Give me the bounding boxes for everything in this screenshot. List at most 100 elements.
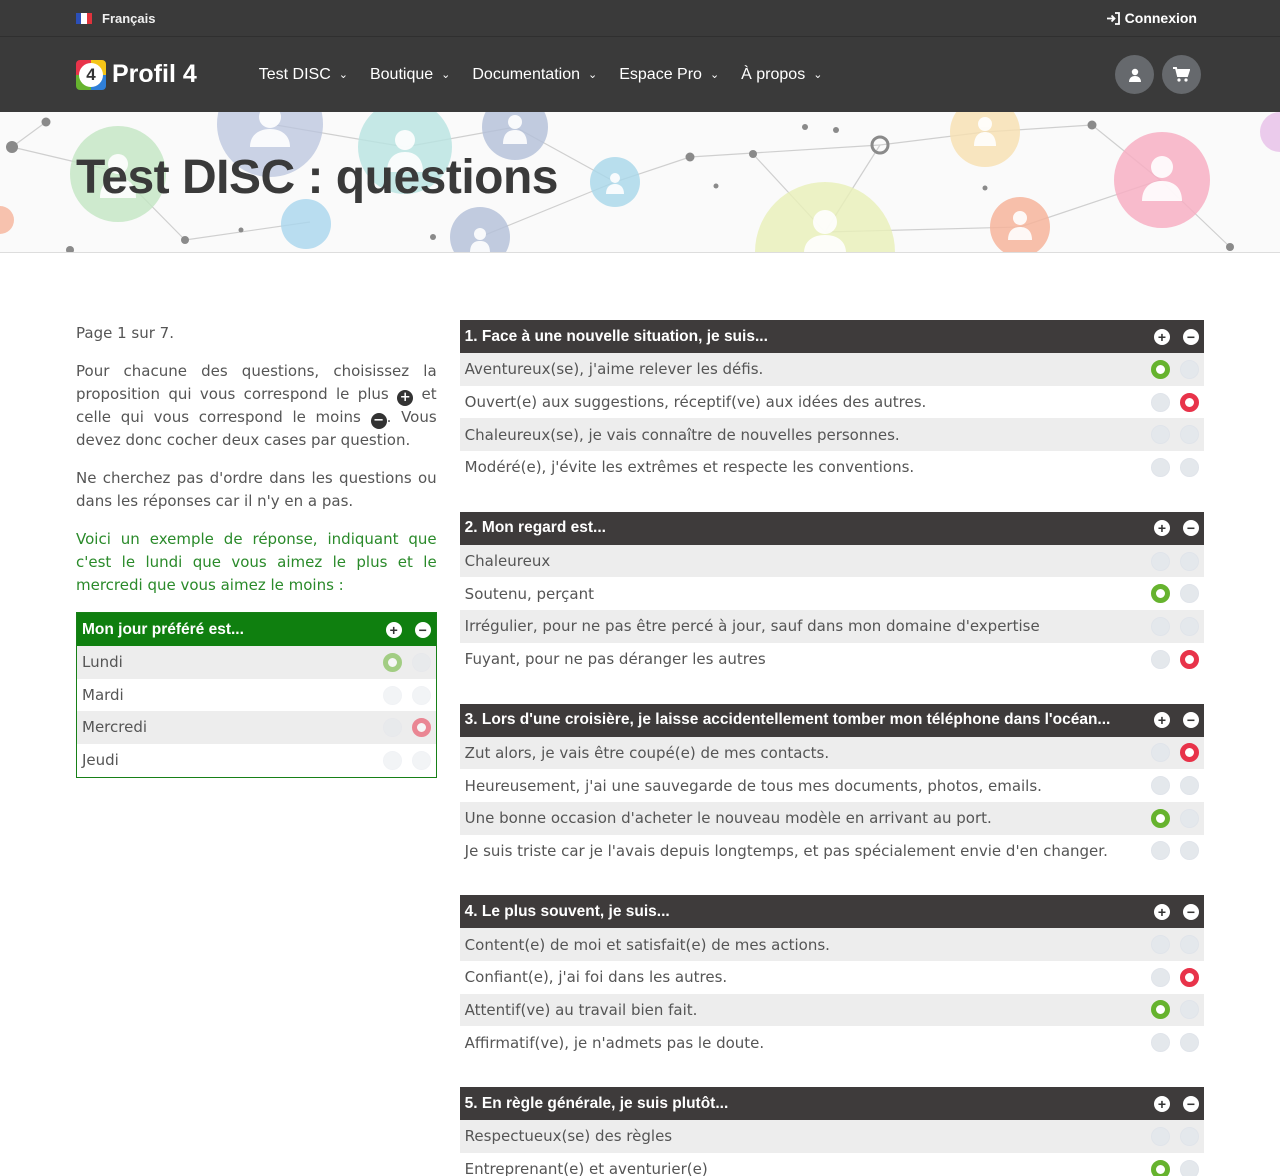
account-button[interactable]	[1115, 55, 1154, 94]
answer-label: Heureusement, j'ai une sauvegarde de tou…	[464, 776, 1042, 795]
most-like-radio[interactable]	[1151, 584, 1170, 604]
answer-row: Entreprenant(e) et aventurier(e)	[459, 1152, 1204, 1176]
chevron-down-icon: ⌄	[441, 69, 451, 81]
brand-logo[interactable]: 4 Profil 4	[76, 59, 197, 90]
most-like-radio[interactable]	[1151, 967, 1170, 987]
most-like-radio[interactable]	[1151, 649, 1170, 669]
page-title: Test DISC : questions	[76, 151, 559, 204]
answer-label: Zut alors, je vais être coupé(e) de mes …	[464, 743, 830, 762]
nav-item-espace-pro[interactable]: Espace Pro ⌄	[619, 66, 719, 84]
login-label: Connexion	[1124, 10, 1197, 26]
most-like-radio[interactable]	[1151, 935, 1170, 955]
answer-label: Irrégulier, pour ne pas être percé à jou…	[464, 617, 1040, 636]
minus-icon: −	[1183, 1095, 1199, 1112]
answer-label: Entreprenant(e) et aventurier(e)	[464, 1160, 708, 1176]
question-block: 1. Face à une nouvelle situation, je sui…	[459, 320, 1204, 484]
most-like-radio[interactable]	[1151, 1126, 1170, 1146]
most-like-radio[interactable]	[1151, 743, 1170, 763]
page-indicator: Page 1 sur 7.	[76, 324, 174, 342]
answer-row: Confiant(e), j'ai foi dans les autres.	[459, 960, 1204, 994]
nav-item-a-propos[interactable]: À propos ⌄	[741, 66, 822, 84]
most-like-radio[interactable]	[1151, 425, 1170, 445]
answer-label: Content(e) de moi et satisfait(e) de mes…	[464, 935, 830, 954]
answer-row: Affirmatif(ve), je n'admets pas le doute…	[459, 1026, 1204, 1059]
nav-item-label: Documentation	[472, 65, 580, 83]
most-like-radio[interactable]	[1151, 457, 1170, 477]
most-like-radio[interactable]	[382, 685, 402, 705]
answer-label: Mercredi	[82, 718, 148, 737]
most-like-radio[interactable]	[1151, 1159, 1170, 1176]
nav-item-boutique[interactable]: Boutique ⌄	[370, 66, 450, 84]
answer-row: Irrégulier, pour ne pas être percé à jou…	[459, 610, 1204, 643]
minus-icon: −	[370, 413, 387, 429]
answer-label: Affirmatif(ve), je n'admets pas le doute…	[464, 1033, 765, 1052]
least-like-radio[interactable]	[411, 718, 431, 738]
flag-fr-icon	[76, 12, 92, 24]
question-block: 3. Lors d'une croisière, je laisse accid…	[459, 703, 1204, 868]
answer-label: Chaleureux(se), je vais connaître de nou…	[464, 425, 900, 444]
question-header: 3. Lors d'une croisière, je laisse accid…	[459, 703, 1204, 737]
least-like-radio[interactable]	[1180, 584, 1199, 604]
most-like-radio[interactable]	[382, 750, 402, 770]
cart-button[interactable]	[1162, 55, 1201, 94]
least-like-radio[interactable]	[1180, 776, 1199, 796]
nav-item-test-disc[interactable]: Test DISC ⌄	[259, 66, 348, 84]
nav-item-label: À propos	[741, 65, 806, 83]
least-like-radio[interactable]	[1180, 1159, 1199, 1176]
least-like-radio[interactable]	[1180, 808, 1199, 828]
question-block: 4. Le plus souvent, je suis... + − Content(…	[459, 895, 1204, 1059]
plus-icon: +	[1154, 328, 1170, 345]
most-like-radio[interactable]	[382, 718, 402, 738]
nav-item-documentation[interactable]: Documentation ⌄	[472, 66, 597, 84]
most-like-radio[interactable]	[1151, 616, 1170, 636]
least-like-radio[interactable]	[1180, 967, 1199, 987]
least-like-radio[interactable]	[411, 750, 431, 770]
answer-label: Mardi	[82, 685, 124, 704]
language-selector[interactable]: Français	[76, 11, 155, 26]
least-like-radio[interactable]	[1180, 1033, 1199, 1053]
answer-label: Une bonne occasion d'acheter le nouveau …	[464, 809, 992, 828]
answer-label: Soutenu, perçant	[464, 584, 594, 603]
example-note: Voici un exemple de réponse, indiquant q…	[76, 530, 437, 594]
least-like-radio[interactable]	[1180, 425, 1199, 445]
least-like-radio[interactable]	[1180, 457, 1199, 477]
most-like-radio[interactable]	[1151, 359, 1170, 379]
plus-icon: +	[397, 390, 414, 406]
answer-row: Chaleureux(se), je vais connaître de nou…	[459, 418, 1204, 452]
login-link[interactable]: Connexion	[1106, 10, 1197, 26]
least-like-radio[interactable]	[1180, 649, 1199, 669]
least-like-radio[interactable]	[1180, 1126, 1199, 1146]
minus-icon: −	[414, 621, 431, 638]
most-like-radio[interactable]	[1151, 1000, 1170, 1020]
most-like-radio[interactable]	[1151, 551, 1170, 571]
least-like-radio[interactable]	[1180, 616, 1199, 636]
most-like-radio[interactable]	[382, 652, 402, 672]
most-like-radio[interactable]	[1151, 776, 1170, 796]
chevron-down-icon: ⌄	[338, 69, 348, 81]
plus-icon: +	[1154, 520, 1170, 537]
least-like-radio[interactable]	[1180, 841, 1199, 861]
least-like-radio[interactable]	[1180, 551, 1199, 571]
most-like-radio[interactable]	[1151, 392, 1170, 412]
least-like-radio[interactable]	[1180, 743, 1199, 763]
plus-icon: +	[1154, 712, 1170, 728]
question-title: 5. En règle générale, je suis plutôt...	[464, 1094, 729, 1112]
question-block: 5. En règle générale, je suis plutôt... +…	[459, 1087, 1204, 1176]
brand-name: Profil 4	[112, 60, 197, 88]
answer-row: Content(e) de moi et satisfait(e) de mes…	[459, 928, 1204, 961]
most-like-radio[interactable]	[1151, 1033, 1170, 1053]
least-like-radio[interactable]	[1180, 935, 1199, 955]
answer-label: Fuyant, pour ne pas déranger les autres	[464, 650, 766, 669]
least-like-radio[interactable]	[411, 685, 431, 705]
least-like-radio[interactable]	[1180, 392, 1199, 412]
most-like-radio[interactable]	[1151, 841, 1170, 861]
example-question-header: Mon jour préféré est... + −	[77, 613, 436, 646]
questions-list: 1. Face à une nouvelle situation, je sui…	[459, 320, 1204, 1176]
answer-row: Soutenu, perçant	[459, 577, 1204, 611]
user-icon	[1128, 68, 1141, 82]
least-like-radio[interactable]	[1180, 359, 1199, 379]
least-like-radio[interactable]	[1180, 1000, 1199, 1020]
most-like-radio[interactable]	[1151, 808, 1170, 828]
least-like-radio[interactable]	[411, 652, 431, 672]
main-nav: 4 Profil 4 Test DISC ⌄ Boutique ⌄ Document…	[0, 36, 1280, 112]
